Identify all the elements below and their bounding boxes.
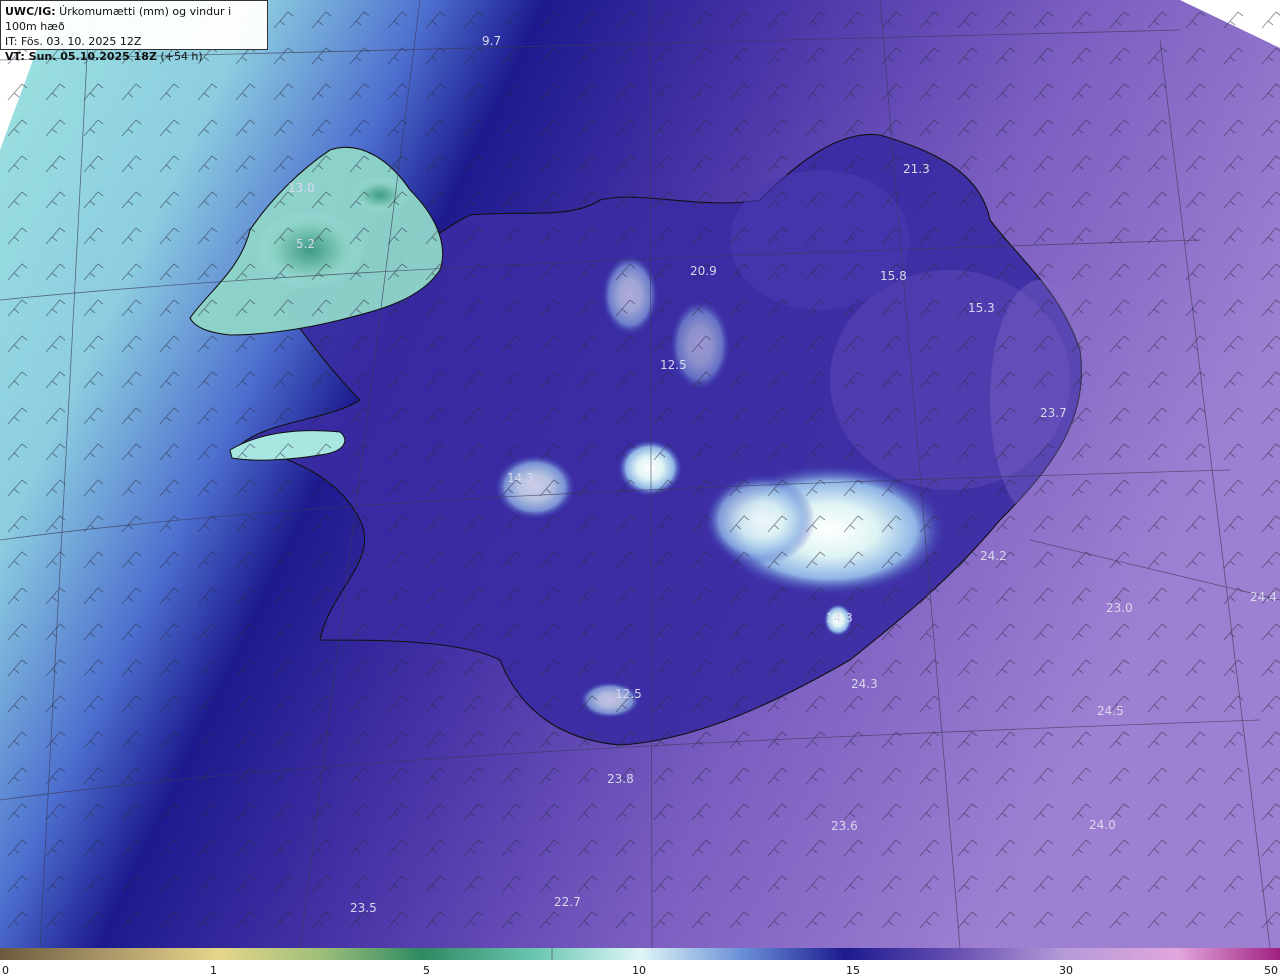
map-title: UWC/IG: Úrkomumætti (mm) og vindur i 100… <box>5 4 263 34</box>
colorbar-tick: 1 <box>210 964 217 977</box>
value-label: 24.2 <box>980 549 1007 563</box>
value-label: 23.6 <box>831 819 858 833</box>
value-label: 24.0 <box>1089 818 1116 832</box>
value-label: 23.0 <box>1106 601 1133 615</box>
value-label: 14.3 <box>826 611 853 625</box>
issue-time: IT: Fös. 03. 10. 2025 12Z <box>5 35 142 48</box>
lead-time: (+54 h) <box>156 50 203 63</box>
value-label: 15.8 <box>880 269 907 283</box>
value-label: 20.9 <box>690 264 717 278</box>
colorbar-gradient <box>0 948 1280 960</box>
value-label: 14.3 <box>507 471 534 485</box>
colorbar-tick: 50 <box>1264 964 1278 977</box>
colorbar-tick: 30 <box>1059 964 1073 977</box>
value-label: 24.4 <box>1250 590 1277 604</box>
value-label: 12.5 <box>660 358 687 372</box>
map-info-box: UWC/IG: Úrkomumætti (mm) og vindur i 100… <box>0 0 268 63</box>
value-label: 23.8 <box>607 772 634 786</box>
value-label: 21.3 <box>903 162 930 176</box>
model-label: UWC/IG: <box>5 5 56 18</box>
value-label: 23.5 <box>350 901 377 915</box>
value-label: 24.5 <box>1097 704 1124 718</box>
value-label: 23.7 <box>1040 406 1067 420</box>
value-label: 5.2 <box>296 237 315 251</box>
colorbar-tick: 0 <box>2 964 9 977</box>
colorbar-tick: 15 <box>846 964 860 977</box>
value-label: 15.3 <box>968 301 995 315</box>
colorbar-tick: 10 <box>632 964 646 977</box>
value-label: 9.7 <box>482 34 501 48</box>
precipitation-map[interactable]: 9.7 13.0 5.2 21.3 20.9 15.8 15.3 12.5 23… <box>0 0 1280 948</box>
colorbar-tick: 5 <box>423 964 430 977</box>
value-label: 13.0 <box>288 181 315 195</box>
valid-time-label: VT: Sun. 05.10.2025 18Z <box>5 50 157 63</box>
value-label: 24.3 <box>851 677 878 691</box>
valid-time: VT: Sun. 05.10.2025 18Z (+54 h) <box>5 49 263 64</box>
value-label: 12.5 <box>615 687 642 701</box>
value-label: 22.7 <box>554 895 581 909</box>
wind-barbs <box>0 0 1280 948</box>
colorbar: 0 1 5 10 15 30 50 <box>0 948 1280 978</box>
